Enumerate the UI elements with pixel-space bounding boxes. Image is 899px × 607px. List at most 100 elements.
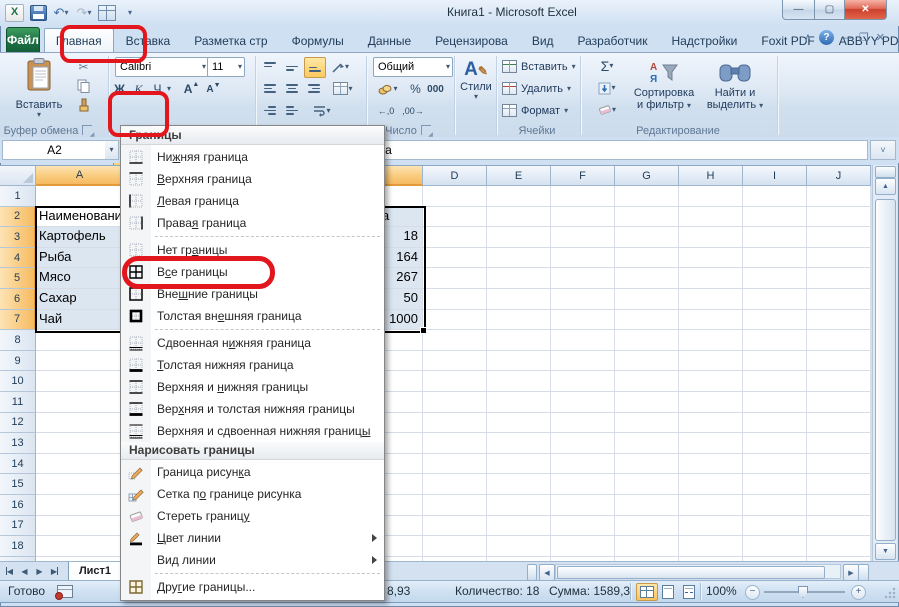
row-header-8[interactable]: 8: [0, 330, 36, 351]
column-header-E[interactable]: E: [487, 166, 551, 186]
cell-G5[interactable]: [615, 268, 679, 289]
horizontal-scrollbar[interactable]: [555, 564, 841, 579]
cell-D14[interactable]: [423, 454, 487, 475]
format-cells-button[interactable]: Формат▾: [502, 101, 568, 120]
zoom-in-button[interactable]: +: [851, 585, 866, 600]
cell-I14[interactable]: [743, 454, 807, 475]
cell-E2[interactable]: [487, 207, 551, 228]
cell-J3[interactable]: [807, 227, 871, 248]
select-all-corner[interactable]: [0, 166, 36, 186]
menu-item-верхняя-и-толстая-нижняя-границы[interactable]: Верхняя и толстая нижняя границы: [121, 398, 384, 420]
expand-formula-bar-icon[interactable]: ˅: [870, 140, 896, 160]
cell-A17[interactable]: [36, 516, 124, 537]
cell-D6[interactable]: [423, 289, 487, 310]
cell-H2[interactable]: [679, 207, 743, 228]
cell-H12[interactable]: [679, 413, 743, 434]
cell-D9[interactable]: [423, 351, 487, 372]
horizontal-scroll-thumb[interactable]: [557, 566, 825, 579]
page-layout-view-button[interactable]: [657, 583, 679, 601]
cell-A15[interactable]: [36, 474, 124, 495]
cell-A2[interactable]: Наименование товара: [36, 207, 124, 228]
decrease-decimal-button[interactable]: ,00→: [400, 102, 426, 120]
menu-item-другие-границы-[interactable]: Другие границы...: [121, 576, 384, 598]
cell-D10[interactable]: [423, 371, 487, 392]
cell-J14[interactable]: [807, 454, 871, 475]
cell-G10[interactable]: [615, 371, 679, 392]
first-sheet-icon[interactable]: ◀: [3, 564, 16, 578]
grow-font-button[interactable]: А▲: [182, 80, 201, 98]
cell-D15[interactable]: [423, 474, 487, 495]
menu-item-верхняя-и-нижняя-границы[interactable]: Верхняя и нижняя границы: [121, 376, 384, 398]
cell-G7[interactable]: [615, 310, 679, 331]
menu-item-верхняя-и-сдвоенная-нижняя-границы[interactable]: Верхняя и сдвоенная нижняя границы: [121, 420, 384, 442]
cell-H18[interactable]: [679, 536, 743, 557]
cell-F18[interactable]: [551, 536, 615, 557]
menu-item-нижняя-граница[interactable]: Нижняя граница: [121, 146, 384, 168]
cell-J4[interactable]: [807, 248, 871, 269]
cell-H7[interactable]: [679, 310, 743, 331]
cell-G11[interactable]: [615, 392, 679, 413]
copy-button[interactable]: [74, 77, 93, 95]
cell-A10[interactable]: [36, 371, 124, 392]
row-header-3[interactable]: 3: [0, 227, 36, 248]
cell-G14[interactable]: [615, 454, 679, 475]
align-left-button[interactable]: [260, 79, 280, 98]
cell-F4[interactable]: [551, 248, 615, 269]
cell-D8[interactable]: [423, 330, 487, 351]
row-header-10[interactable]: 10: [0, 371, 36, 392]
cell-E1[interactable]: [487, 186, 551, 207]
cell-A8[interactable]: [36, 330, 124, 351]
cell-D17[interactable]: [423, 516, 487, 537]
cell-I2[interactable]: [743, 207, 807, 228]
cell-J16[interactable]: [807, 495, 871, 516]
cell-D7[interactable]: [423, 310, 487, 331]
cell-J1[interactable]: [807, 186, 871, 207]
cell-A9[interactable]: [36, 351, 124, 372]
cell-I10[interactable]: [743, 371, 807, 392]
cell-G3[interactable]: [615, 227, 679, 248]
scroll-left-icon[interactable]: ◀: [539, 564, 555, 581]
cell-J5[interactable]: [807, 268, 871, 289]
cell-F17[interactable]: [551, 516, 615, 537]
sheet-tab-list1[interactable]: Лист1: [68, 562, 122, 581]
cell-F14[interactable]: [551, 454, 615, 475]
cell-G16[interactable]: [615, 495, 679, 516]
cell-I1[interactable]: [743, 186, 807, 207]
scroll-down-icon[interactable]: ▼: [875, 543, 896, 560]
underline-options-caret[interactable]: ▾: [164, 80, 174, 98]
menu-item-стереть-границу[interactable]: Стереть границу: [121, 505, 384, 527]
column-header-A[interactable]: A: [36, 166, 124, 186]
cell-F6[interactable]: [551, 289, 615, 310]
row-header-9[interactable]: 9: [0, 351, 36, 372]
next-sheet-icon[interactable]: ▶: [33, 564, 46, 578]
tab-Вставка[interactable]: Вставка: [114, 28, 183, 54]
column-header-F[interactable]: F: [551, 166, 615, 186]
cell-I9[interactable]: [743, 351, 807, 372]
cell-G17[interactable]: [615, 516, 679, 537]
row-header-7[interactable]: 7: [0, 310, 36, 331]
cell-F11[interactable]: [551, 392, 615, 413]
autosum-button[interactable]: Σ▾: [594, 57, 620, 75]
column-header-J[interactable]: J: [807, 166, 871, 186]
clear-button[interactable]: ▾: [594, 101, 620, 119]
cell-H11[interactable]: [679, 392, 743, 413]
row-header-13[interactable]: 13: [0, 433, 36, 454]
undo-button[interactable]: ↶▾: [52, 4, 70, 21]
vertical-scrollbar[interactable]: ▲ ▼: [872, 165, 897, 561]
cell-H14[interactable]: [679, 454, 743, 475]
cell-G12[interactable]: [615, 413, 679, 434]
row-header-11[interactable]: 11: [0, 392, 36, 413]
cell-A12[interactable]: [36, 413, 124, 434]
row-header-17[interactable]: 17: [0, 516, 36, 537]
close-button[interactable]: ✕: [845, 0, 887, 20]
collapse-ribbon-icon[interactable]: ∧: [804, 31, 812, 44]
cell-I4[interactable]: [743, 248, 807, 269]
cell-I6[interactable]: [743, 289, 807, 310]
cell-I13[interactable]: [743, 433, 807, 454]
cell-H16[interactable]: [679, 495, 743, 516]
cell-J17[interactable]: [807, 516, 871, 537]
cell-G9[interactable]: [615, 351, 679, 372]
cell-E17[interactable]: [487, 516, 551, 537]
cell-D12[interactable]: [423, 413, 487, 434]
cell-E4[interactable]: [487, 248, 551, 269]
